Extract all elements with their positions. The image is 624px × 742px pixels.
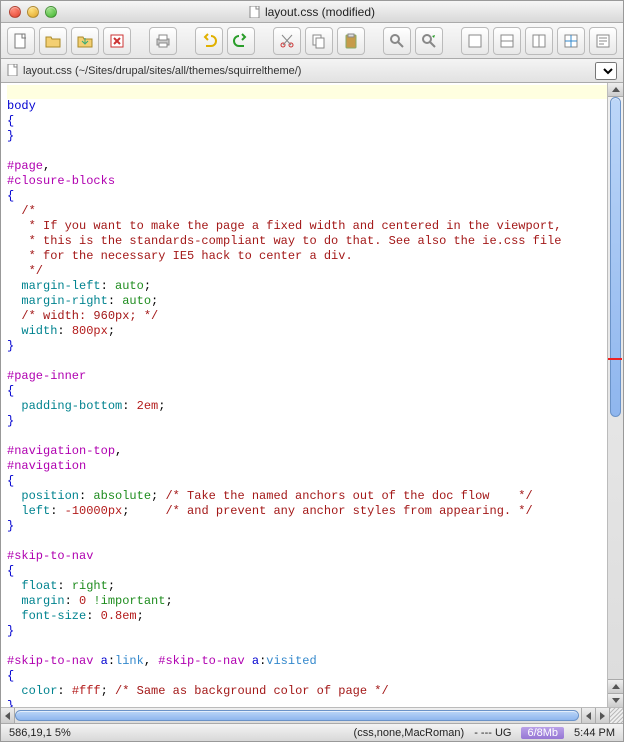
code-line <box>7 534 607 549</box>
resize-grip-icon[interactable] <box>609 708 623 723</box>
path-bar: layout.css (~/Sites/drupal/sites/all/the… <box>1 59 623 83</box>
code-line: body <box>7 99 607 114</box>
code-line: margin-right: auto; <box>7 294 607 309</box>
code-line <box>7 144 607 159</box>
editor-window: layout.css (modified) layout.css (~/Site… <box>0 0 624 742</box>
horizontal-scrollbar[interactable] <box>1 707 623 723</box>
code-line: position: absolute; /* Take the named an… <box>7 489 607 504</box>
titlebar[interactable]: layout.css (modified) <box>1 1 623 23</box>
code-line: { <box>7 669 607 684</box>
find-button[interactable] <box>383 27 411 55</box>
code-line: */ <box>7 264 607 279</box>
preferences-button[interactable] <box>589 27 617 55</box>
close-file-button[interactable] <box>103 27 131 55</box>
code-line: float: right; <box>7 579 607 594</box>
code-line: } <box>7 699 607 707</box>
code-line: left: -10000px; /* and prevent any ancho… <box>7 504 607 519</box>
new-file-button[interactable] <box>7 27 35 55</box>
open-file-button[interactable] <box>39 27 67 55</box>
traffic-lights <box>9 6 57 18</box>
code-line: { <box>7 564 607 579</box>
code-line: * If you want to make the page a fixed w… <box>7 219 607 234</box>
code-line: padding-bottom: 2em; <box>7 399 607 414</box>
vertical-scrollbar[interactable] <box>607 83 623 707</box>
cursor-position: 586,19,1 5% <box>9 727 71 739</box>
code-line: #navigation-top, <box>7 444 607 459</box>
code-line: width: 800px; <box>7 324 607 339</box>
code-line <box>7 354 607 369</box>
hscrollbar-thumb[interactable] <box>15 710 579 721</box>
scroll-left-icon[interactable] <box>1 708 15 723</box>
path-text: layout.css (~/Sites/drupal/sites/all/the… <box>23 65 301 77</box>
window-title: layout.css (modified) <box>1 5 623 19</box>
code-line: font-size: 0.8em; <box>7 609 607 624</box>
code-line: { <box>7 189 607 204</box>
toolbar <box>1 23 623 59</box>
code-line: #closure-blocks <box>7 174 607 189</box>
code-line: #skip-to-nav a:link, #skip-to-nav a:visi… <box>7 654 607 669</box>
code-line: { <box>7 474 607 489</box>
scroll-right-icon[interactable] <box>595 708 609 723</box>
code-line: /* width: 960px; */ <box>7 309 607 324</box>
minimize-icon[interactable] <box>27 6 39 18</box>
save-button[interactable] <box>71 27 99 55</box>
editor-area: body{} #page,#closure-blocks{ /* * If yo… <box>1 83 623 707</box>
split-both-button[interactable] <box>557 27 585 55</box>
code-editor[interactable]: body{} #page,#closure-blocks{ /* * If yo… <box>1 83 607 707</box>
code-line: } <box>7 414 607 429</box>
scroll-up2-icon[interactable] <box>608 679 623 693</box>
redo-button[interactable] <box>227 27 255 55</box>
code-line: margin-left: auto; <box>7 279 607 294</box>
code-line: #page, <box>7 159 607 174</box>
code-line: margin: 0 !important; <box>7 594 607 609</box>
code-line: #skip-to-nav <box>7 549 607 564</box>
status-flags: - --- UG <box>474 727 511 739</box>
print-button[interactable] <box>149 27 177 55</box>
scroll-up-icon[interactable] <box>608 83 623 97</box>
code-line: #navigation <box>7 459 607 474</box>
paste-button[interactable] <box>337 27 365 55</box>
code-line: /* <box>7 204 607 219</box>
status-bar: 586,19,1 5% (css,none,MacRoman) - --- UG… <box>1 723 623 741</box>
clock: 5:44 PM <box>574 727 615 739</box>
buffer-dropdown[interactable] <box>595 62 617 80</box>
cut-button[interactable] <box>273 27 301 55</box>
code-line <box>7 429 607 444</box>
split-none-button[interactable] <box>461 27 489 55</box>
zoom-icon[interactable] <box>45 6 57 18</box>
scroll-left2-icon[interactable] <box>581 708 595 723</box>
code-line: } <box>7 519 607 534</box>
undo-button[interactable] <box>195 27 223 55</box>
memory-indicator: 6/8Mb <box>521 727 564 739</box>
code-line <box>7 639 607 654</box>
scroll-marker <box>608 358 622 360</box>
code-line: } <box>7 339 607 354</box>
scroll-down-icon[interactable] <box>608 693 623 707</box>
code-line: * this is the standards-compliant way to… <box>7 234 607 249</box>
code-line: } <box>7 624 607 639</box>
scrollbar-thumb[interactable] <box>610 97 621 417</box>
close-icon[interactable] <box>9 6 21 18</box>
find-replace-button[interactable] <box>415 27 443 55</box>
code-line: #page-inner <box>7 369 607 384</box>
code-line: { <box>7 384 607 399</box>
split-vertical-button[interactable] <box>525 27 553 55</box>
code-line: color: #fff; /* Same as background color… <box>7 684 607 699</box>
code-line: * for the necessary IE5 hack to center a… <box>7 249 607 264</box>
document-path[interactable]: layout.css (~/Sites/drupal/sites/all/the… <box>7 64 301 77</box>
code-line: } <box>7 129 607 144</box>
file-mode: (css,none,MacRoman) <box>354 727 465 739</box>
code-line: { <box>7 114 607 129</box>
document-icon <box>249 6 261 18</box>
window-title-text: layout.css (modified) <box>265 5 375 19</box>
copy-button[interactable] <box>305 27 333 55</box>
document-icon <box>7 64 19 76</box>
split-horizontal-button[interactable] <box>493 27 521 55</box>
